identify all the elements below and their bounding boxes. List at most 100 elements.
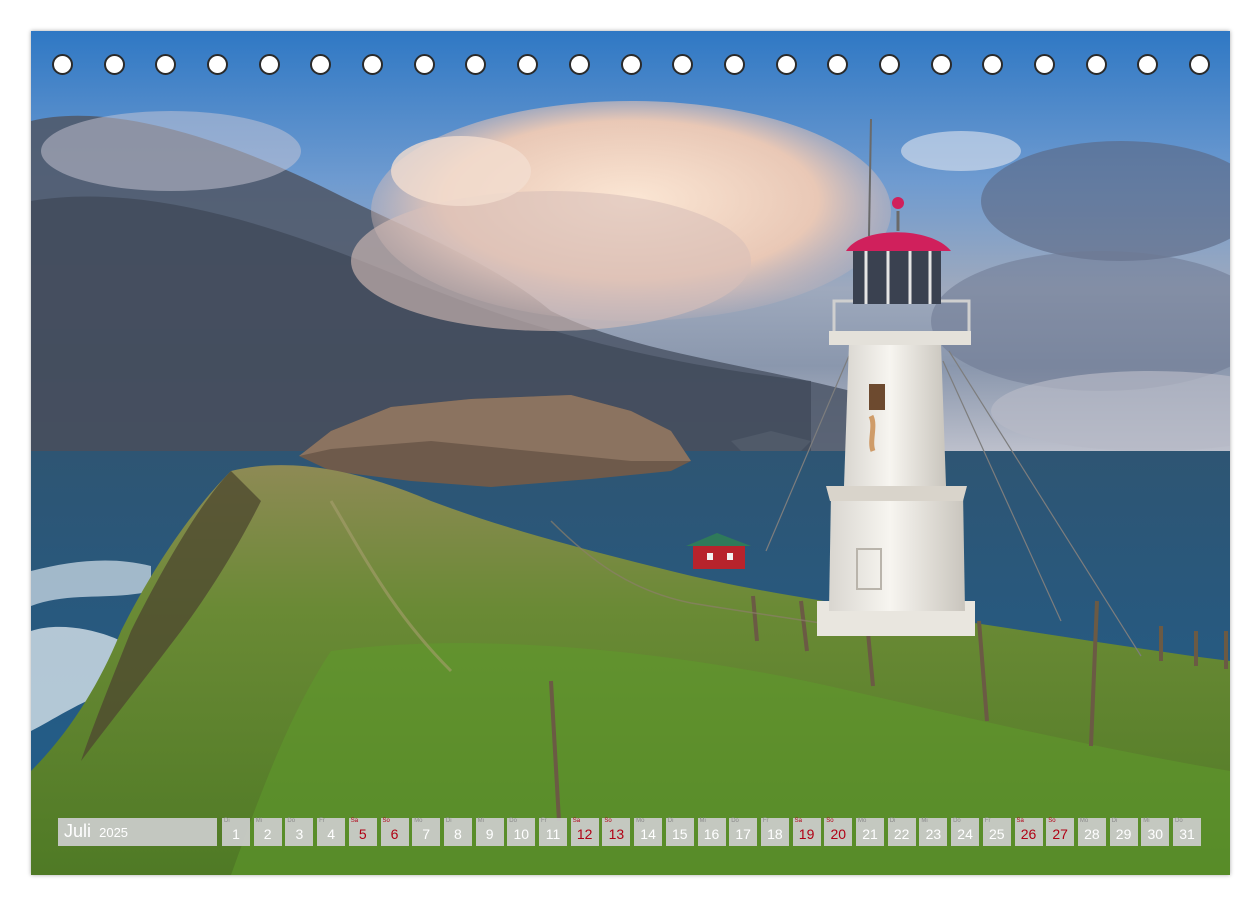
day-number: 29 <box>1115 826 1132 842</box>
day-weekday: Fr <box>762 818 769 824</box>
day-cell: Do 3 <box>285 818 314 846</box>
day-number: 16 <box>703 826 720 842</box>
day-number: 12 <box>576 826 593 842</box>
day-number: 2 <box>263 826 272 842</box>
day-weekday: Do <box>509 818 517 824</box>
day-weekday: Mi <box>921 818 928 824</box>
day-weekday: So <box>1048 818 1056 824</box>
day-weekday: So <box>826 818 834 824</box>
binding-hole <box>258 54 280 75</box>
day-weekday: Di <box>445 818 452 824</box>
binding-hole <box>1137 54 1159 75</box>
day-cell: Fr 11 <box>539 818 567 846</box>
day-weekday: Do <box>1175 818 1183 824</box>
binding-hole <box>413 54 435 75</box>
day-weekday: Mi <box>477 818 484 824</box>
day-cell: Sa 5 <box>348 818 377 846</box>
month-label: Juli 2025 <box>58 818 217 846</box>
binding-hole <box>517 54 539 75</box>
day-cell: Do 17 <box>729 818 758 846</box>
binding-hole <box>723 54 745 75</box>
month-year: 2025 <box>99 825 129 840</box>
day-number: 19 <box>798 826 815 842</box>
day-cell: Mi 16 <box>697 818 726 846</box>
binding-hole <box>930 54 952 75</box>
day-cell: Do 24 <box>951 818 980 846</box>
day-number: 26 <box>1020 826 1037 842</box>
binding-hole <box>1085 54 1107 75</box>
day-cell: Sa 19 <box>792 818 821 846</box>
day-number: 23 <box>925 826 942 842</box>
day-cell: Mi 2 <box>253 818 282 846</box>
day-cell: Fr 18 <box>760 818 789 846</box>
binding-hole <box>207 54 229 75</box>
day-cell: Mo 7 <box>412 818 441 846</box>
calendar-photo <box>31 31 1230 875</box>
day-weekday: Di <box>1111 818 1118 824</box>
day-cell: So 27 <box>1046 818 1075 846</box>
day-weekday: Sa <box>794 818 802 824</box>
day-number: 24 <box>957 826 973 842</box>
month-name: Juli <box>64 821 92 841</box>
day-cell: Mi 9 <box>475 818 504 846</box>
binding-hole <box>103 54 125 75</box>
day-cell: Di 29 <box>1109 818 1138 846</box>
day-number: 22 <box>893 826 910 842</box>
calendar-strip: Juli 2025 Di 1 Mi 2 Do 3 Fr 4 Sa 5 So 6 Mo 7 Di 8 Mi 9 Do 1… <box>58 818 1204 847</box>
day-weekday: So <box>604 818 612 824</box>
day-weekday: Fr <box>541 818 547 824</box>
day-number: 20 <box>830 826 847 842</box>
day-weekday: Sa <box>1016 818 1024 824</box>
day-cell: Mi 30 <box>1141 818 1170 846</box>
day-number: 3 <box>295 826 304 842</box>
day-number: 27 <box>1052 826 1068 842</box>
day-cell: Di 22 <box>887 818 916 846</box>
day-number: 31 <box>1179 826 1195 842</box>
day-number: 11 <box>545 826 561 842</box>
day-cell: Sa 12 <box>570 818 599 846</box>
day-number: 10 <box>513 826 530 842</box>
day-number: 21 <box>862 826 878 842</box>
day-weekday: Mo <box>414 818 423 824</box>
day-cell: Sa 26 <box>1014 818 1043 846</box>
day-number: 14 <box>640 826 656 842</box>
day-cell: Di 1 <box>222 818 250 846</box>
binding-hole <box>827 54 849 75</box>
day-number: 6 <box>390 826 399 842</box>
day-cell: Mo 28 <box>1077 818 1106 846</box>
binding-holes <box>52 54 1210 80</box>
day-weekday: Di <box>889 818 896 824</box>
binding-hole <box>568 54 590 75</box>
day-weekday: Mi <box>1143 818 1150 824</box>
binding-hole <box>155 54 177 75</box>
binding-hole <box>775 54 797 75</box>
day-number: 17 <box>735 826 751 842</box>
day-cell: Di 8 <box>443 818 472 846</box>
day-number: 28 <box>1084 826 1100 842</box>
day-number: 25 <box>989 826 1005 842</box>
day-weekday: Mo <box>858 818 867 824</box>
day-number: 4 <box>327 826 335 842</box>
binding-hole <box>982 54 1004 75</box>
day-weekday: Di <box>224 818 230 824</box>
day-weekday: Do <box>731 818 739 824</box>
day-cell: So 6 <box>380 818 409 846</box>
day-weekday: So <box>382 818 390 824</box>
day-number: 9 <box>485 826 494 842</box>
day-number: 8 <box>453 826 462 842</box>
binding-hole <box>620 54 642 75</box>
day-weekday: Di <box>667 818 674 824</box>
day-cell: Fr 25 <box>982 818 1011 846</box>
day-number: 30 <box>1147 826 1164 842</box>
day-number: 18 <box>767 826 783 842</box>
day-weekday: Do <box>953 818 961 824</box>
day-cell: Mo 14 <box>634 818 663 846</box>
day-weekday: Mi <box>255 818 263 824</box>
day-number: 1 <box>232 826 240 842</box>
binding-hole <box>672 54 694 75</box>
day-cell: Fr 4 <box>317 818 346 846</box>
day-cell: Do 31 <box>1173 818 1201 846</box>
binding-hole <box>310 54 332 75</box>
day-weekday: Mo <box>636 818 645 824</box>
day-cell: So 20 <box>824 818 853 846</box>
